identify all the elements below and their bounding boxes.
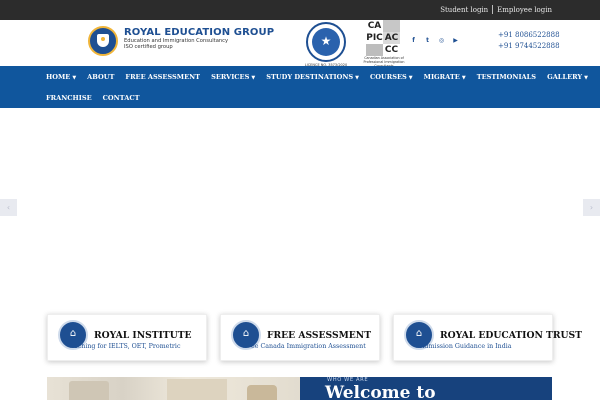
- capic-cell: [383, 20, 400, 32]
- logo-title: ROYAL EDUCATION GROUP: [124, 27, 275, 38]
- nav-item-testimonials[interactable]: TESTIMONIALS: [477, 73, 536, 81]
- nav-item-label: FRANCHISE: [46, 94, 92, 102]
- capic-cell: CC: [383, 44, 400, 56]
- photo-shape: [69, 381, 109, 400]
- nav-item-courses[interactable]: COURSES ▼: [370, 73, 413, 81]
- phone-number-2[interactable]: +91 9744522888: [498, 41, 560, 52]
- nav-item-label: GALLERY: [547, 73, 583, 81]
- card-title: ROYAL INSTITUTE: [94, 330, 192, 341]
- nav-item-label: STUDY DESTINATIONS: [266, 73, 354, 81]
- institute-building-icon: ⌂: [69, 328, 77, 339]
- trust-building-icon: ⌂: [415, 328, 423, 339]
- login-divider: [492, 5, 494, 14]
- site-header: ROYAL EDUCATION GROUP Education and Immi…: [0, 20, 600, 68]
- capic-logo: CA PIC AC CC: [366, 20, 400, 56]
- capic-cell: PIC: [366, 32, 383, 44]
- nav-row-1: HOME ▼ ABOUT FREE ASSESSMENT SERVICES ▼ ST…: [46, 73, 599, 81]
- star-icon: ★: [320, 34, 332, 48]
- iso-badge-ring: ★: [312, 28, 340, 56]
- section-title: Welcome to: [325, 383, 436, 400]
- logo-text[interactable]: ROYAL EDUCATION GROUP Education and Immi…: [124, 27, 274, 50]
- slider-prev-arrow-icon[interactable]: ‹: [0, 199, 17, 216]
- welcome-panel: WHO WE ARE Welcome to: [300, 377, 552, 400]
- main-navigation: HOME ▼ ABOUT FREE ASSESSMENT SERVICES ▼ ST…: [0, 66, 600, 108]
- caret-down-icon: ▼: [461, 75, 466, 81]
- photo-shape: [167, 379, 227, 400]
- nav-item-label: MIGRATE: [423, 73, 460, 81]
- slider-next-arrow-icon[interactable]: ›: [583, 199, 600, 216]
- card-title: ROYAL EDUCATION TRUST: [440, 330, 583, 341]
- caret-down-icon: ▼: [72, 75, 77, 81]
- nav-item-gallery[interactable]: GALLERY ▼: [547, 73, 588, 81]
- card-subtitle: aching for IELTS, OET, Prometric: [74, 343, 181, 350]
- nav-item-label: COURSES: [370, 73, 407, 81]
- caret-down-icon: ▼: [251, 75, 256, 81]
- facebook-icon[interactable]: f: [410, 37, 417, 44]
- caret-down-icon: ▼: [355, 75, 360, 81]
- twitter-icon[interactable]: t: [424, 37, 431, 44]
- nav-item-franchise[interactable]: FRANCHISE: [46, 94, 92, 102]
- service-card-royal-institute[interactable]: ⌂ ROYAL INSTITUTE aching for IELTS, OET,…: [47, 314, 207, 361]
- service-card-free-assessment[interactable]: ⌂ FREE ASSESSMENT ee Canada Immigration …: [220, 314, 380, 361]
- logo-emblem-icon[interactable]: [88, 26, 118, 56]
- caret-down-icon: ▼: [584, 75, 588, 81]
- top-bar: Student login Employee login: [0, 0, 600, 20]
- service-card-education-trust[interactable]: ⌂ ROYAL EDUCATION TRUST Admission Guidan…: [393, 314, 582, 361]
- phone-number-1[interactable]: +91 8086522888: [498, 30, 560, 41]
- assessment-building-icon: ⌂: [242, 328, 250, 339]
- nav-item-migrate[interactable]: MIGRATE ▼: [424, 73, 466, 81]
- hero-slider: [0, 108, 600, 308]
- photo-shape: [247, 385, 277, 400]
- card-title: FREE ASSESSMENT: [267, 330, 372, 341]
- caret-down-icon: ▼: [408, 75, 413, 81]
- nav-item-label: TESTIMONIALS: [476, 73, 537, 81]
- nav-item-about[interactable]: ABOUT: [87, 73, 114, 81]
- contact-phones: +91 8086522888 +91 9744522888: [498, 30, 560, 52]
- nav-item-label: FREE ASSESSMENT: [125, 73, 201, 81]
- nav-item-label: SERVICES: [211, 73, 250, 81]
- nav-item-contact[interactable]: CONTACT: [103, 94, 140, 102]
- nav-item-label: HOME: [46, 73, 71, 81]
- card-subtitle: ee Canada Immigration Assessment: [251, 343, 366, 350]
- logo-dot: [101, 37, 105, 41]
- nav-item-label: CONTACT: [102, 94, 140, 102]
- youtube-icon[interactable]: ▶: [452, 37, 459, 44]
- nav-row-2: FRANCHISE CONTACT: [46, 94, 151, 102]
- card-subtitle: Admission Guidance in India: [420, 343, 512, 350]
- capic-cell: AC: [383, 32, 400, 44]
- social-links: f t ◎ ▶: [410, 37, 459, 44]
- capic-cell: [366, 44, 383, 56]
- nav-item-label: ABOUT: [87, 73, 115, 81]
- instagram-icon[interactable]: ◎: [438, 37, 445, 44]
- student-login-link[interactable]: Student login: [440, 6, 488, 14]
- nav-item-services[interactable]: SERVICES ▼: [211, 73, 255, 81]
- iso-certification-badge-icon: ★: [306, 22, 346, 62]
- nav-item-free-assessment[interactable]: FREE ASSESSMENT: [125, 73, 200, 81]
- nav-item-study-destinations[interactable]: STUDY DESTINATIONS ▼: [266, 73, 359, 81]
- about-photo: [47, 377, 300, 400]
- nav-item-home[interactable]: HOME ▼: [46, 73, 76, 81]
- employee-login-link[interactable]: Employee login: [497, 6, 552, 14]
- logo-tagline-2: ISO certified group: [124, 44, 173, 50]
- capic-cell: CA: [366, 20, 383, 32]
- login-links: Student login Employee login: [440, 5, 552, 14]
